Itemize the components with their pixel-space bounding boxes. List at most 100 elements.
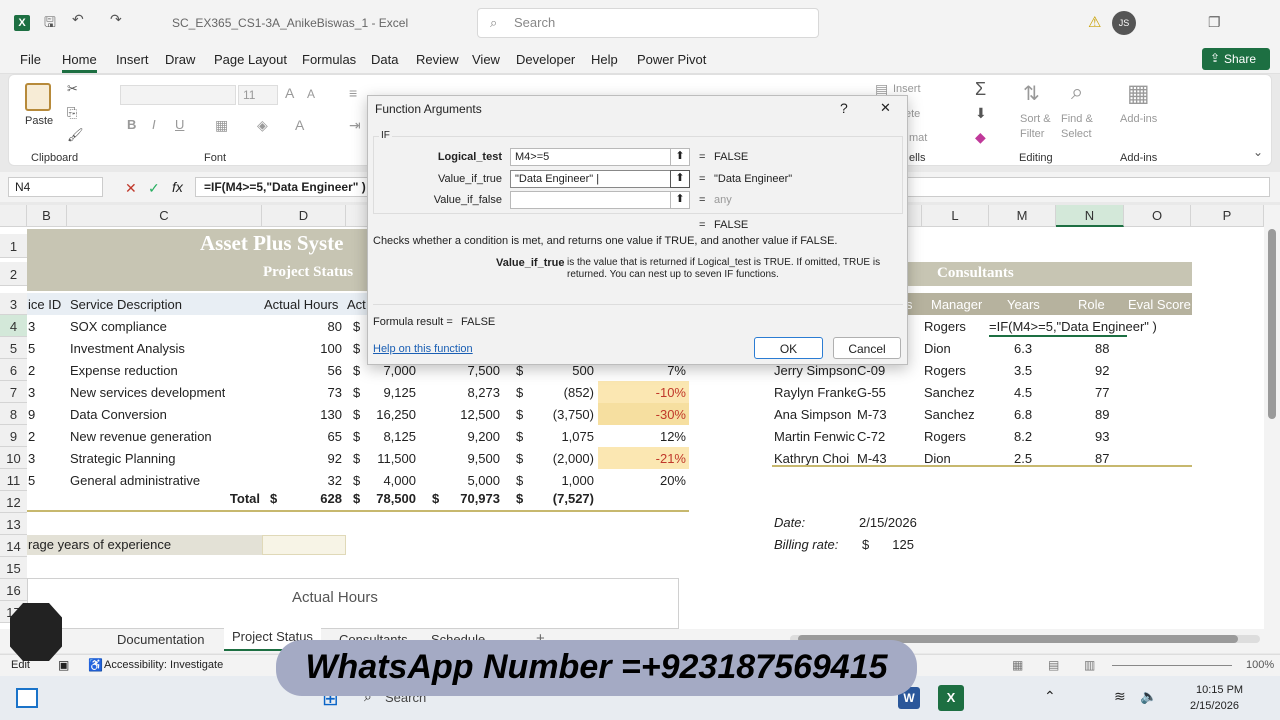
warning-icon[interactable]: ⚠ [1088,13,1101,31]
menu-power-pivot[interactable]: Power Pivot [637,52,706,67]
insert-cells-label[interactable]: Insert [893,83,921,95]
arg-input-value-if-false[interactable] [510,191,673,209]
row-header-11[interactable]: 11 [0,469,27,491]
restore-icon[interactable]: ❐ [1208,14,1221,31]
row-header-15[interactable]: 15 [0,557,27,579]
search-input[interactable]: ⌕ Search [477,8,819,38]
accessibility-status[interactable]: Accessibility: Investigate [104,659,223,671]
share-button[interactable]: ⇪ Share [1202,48,1270,70]
paste-icon[interactable] [25,83,51,111]
row-header-9[interactable]: 9 [0,425,27,447]
menu-data[interactable]: Data [371,52,398,67]
select-label[interactable]: Select [1061,128,1092,140]
tab-documentation[interactable]: Documentation [117,632,204,647]
avg-value-cell[interactable] [262,535,346,555]
menu-formulas[interactable]: Formulas [302,52,356,67]
undo-icon[interactable]: ↶ [72,11,84,28]
menu-insert[interactable]: Insert [116,52,149,67]
col-header-m[interactable]: M [989,205,1056,227]
row-header-16[interactable]: 16 [0,579,27,601]
vertical-scrollbar[interactable] [1264,205,1280,629]
row-header-3[interactable]: 3 [0,293,27,315]
decrease-font-icon[interactable]: A [307,87,315,101]
fill-color-icon[interactable]: ◈ [257,117,268,134]
row-header-10[interactable]: 10 [0,447,27,469]
zoom-slider[interactable] [1112,665,1232,666]
fill-icon[interactable]: ⬇ [975,105,987,122]
excel-taskbar-icon[interactable]: X [938,685,964,711]
clear-icon[interactable]: ◆ [975,129,986,146]
row-header-1[interactable]: 1 [0,234,27,258]
menu-developer[interactable]: Developer [516,52,575,67]
macro-icon[interactable]: ▣ [58,658,69,672]
active-cell-editor[interactable]: =IF(M4>=5,"Data Engineer" ) [989,315,1157,337]
col-header-e[interactable] [346,205,368,227]
font-name-select[interactable] [120,85,236,105]
accessibility-icon[interactable]: ♿ [88,658,103,672]
paste-label[interactable]: Paste [25,115,53,127]
col-header-d[interactable]: D [262,205,346,227]
row-header-4[interactable]: 4 [0,315,27,337]
save-icon[interactable]: 🖫 [44,12,56,36]
page-layout-view-icon[interactable]: ▤ [1048,658,1059,672]
menu-home[interactable]: Home [62,52,97,73]
increase-font-icon[interactable]: A [285,85,294,101]
row-header-7[interactable]: 7 [0,381,27,403]
sort-filter-icon[interactable]: ⇅ [1023,81,1040,106]
filter-label[interactable]: Filter [1020,128,1044,140]
italic-icon[interactable]: I [152,117,156,132]
addins-icon[interactable]: ▦ [1127,79,1150,108]
menu-review[interactable]: Review [416,52,459,67]
ok-button[interactable]: OK [754,337,823,359]
name-box[interactable]: N4 [8,177,103,197]
row-header-8[interactable]: 8 [0,403,27,425]
clock-date[interactable]: 2/15/2026 [1190,700,1239,712]
menu-draw[interactable]: Draw [165,52,195,67]
collapse-dialog-icon[interactable]: ⬆ [670,191,690,209]
font-color-icon[interactable]: A [295,117,304,133]
find-select-icon[interactable]: ⌕ [1071,79,1083,105]
collapse-dialog-icon[interactable]: ⬆ [670,148,690,166]
menu-help[interactable]: Help [591,52,618,67]
col-header-o[interactable]: O [1124,205,1191,227]
col-header-p[interactable]: P [1191,205,1264,227]
menu-view[interactable]: View [472,52,500,67]
underline-icon[interactable]: U [175,117,184,132]
row-header-5[interactable]: 5 [0,337,27,359]
col-header-k[interactable] [908,205,922,227]
cut-icon[interactable]: ✂ [67,81,78,97]
indent-icon[interactable]: ⇥ [349,117,361,134]
dialog-help-icon[interactable]: ? [840,100,848,116]
col-header-l[interactable]: L [922,205,989,227]
cancel-entry-icon[interactable]: ✕ [125,180,137,197]
menu-page-layout[interactable]: Page Layout [214,52,287,67]
wifi-icon[interactable]: ≋ [1114,688,1126,705]
hours-chart[interactable]: Actual Hours [27,578,679,629]
arg-input-value-if-true[interactable]: "Data Engineer" | [510,170,673,188]
cancel-button[interactable]: Cancel [833,337,901,359]
avatar[interactable]: JS [1112,11,1136,35]
col-header-c[interactable]: C [67,205,262,227]
format-cells-label[interactable]: mat [909,132,927,144]
row-header-12[interactable]: 12 [0,491,27,513]
row-header-14[interactable]: 14 [0,535,27,557]
help-link[interactable]: Help on this function [373,343,473,355]
bold-icon[interactable]: B [127,117,136,132]
font-size-select[interactable]: 11 [238,85,278,105]
vertical-scroll-thumb[interactable] [1268,229,1276,419]
volume-icon[interactable]: 🔈 [1140,688,1157,705]
format-painter-icon[interactable]: 🖌 [67,127,84,143]
widgets-icon[interactable] [16,688,38,708]
row-header-6[interactable]: 6 [0,359,27,381]
copy-icon[interactable]: ⎘ [67,105,77,121]
borders-icon[interactable]: ▦ [215,117,228,134]
dialog-close-icon[interactable]: ✕ [880,100,891,116]
tray-chevron-icon[interactable]: ⌃ [1044,688,1056,705]
normal-view-icon[interactable]: ▦ [1012,658,1023,672]
collapse-ribbon-icon[interactable]: ⌄ [1253,145,1263,159]
find-select-label[interactable]: Find & [1061,113,1093,125]
col-header-n[interactable]: N [1056,205,1124,227]
zoom-level[interactable]: 100% [1246,659,1274,671]
addins-label[interactable]: Add-ins [1120,113,1157,125]
col-header-b[interactable]: B [27,205,67,227]
